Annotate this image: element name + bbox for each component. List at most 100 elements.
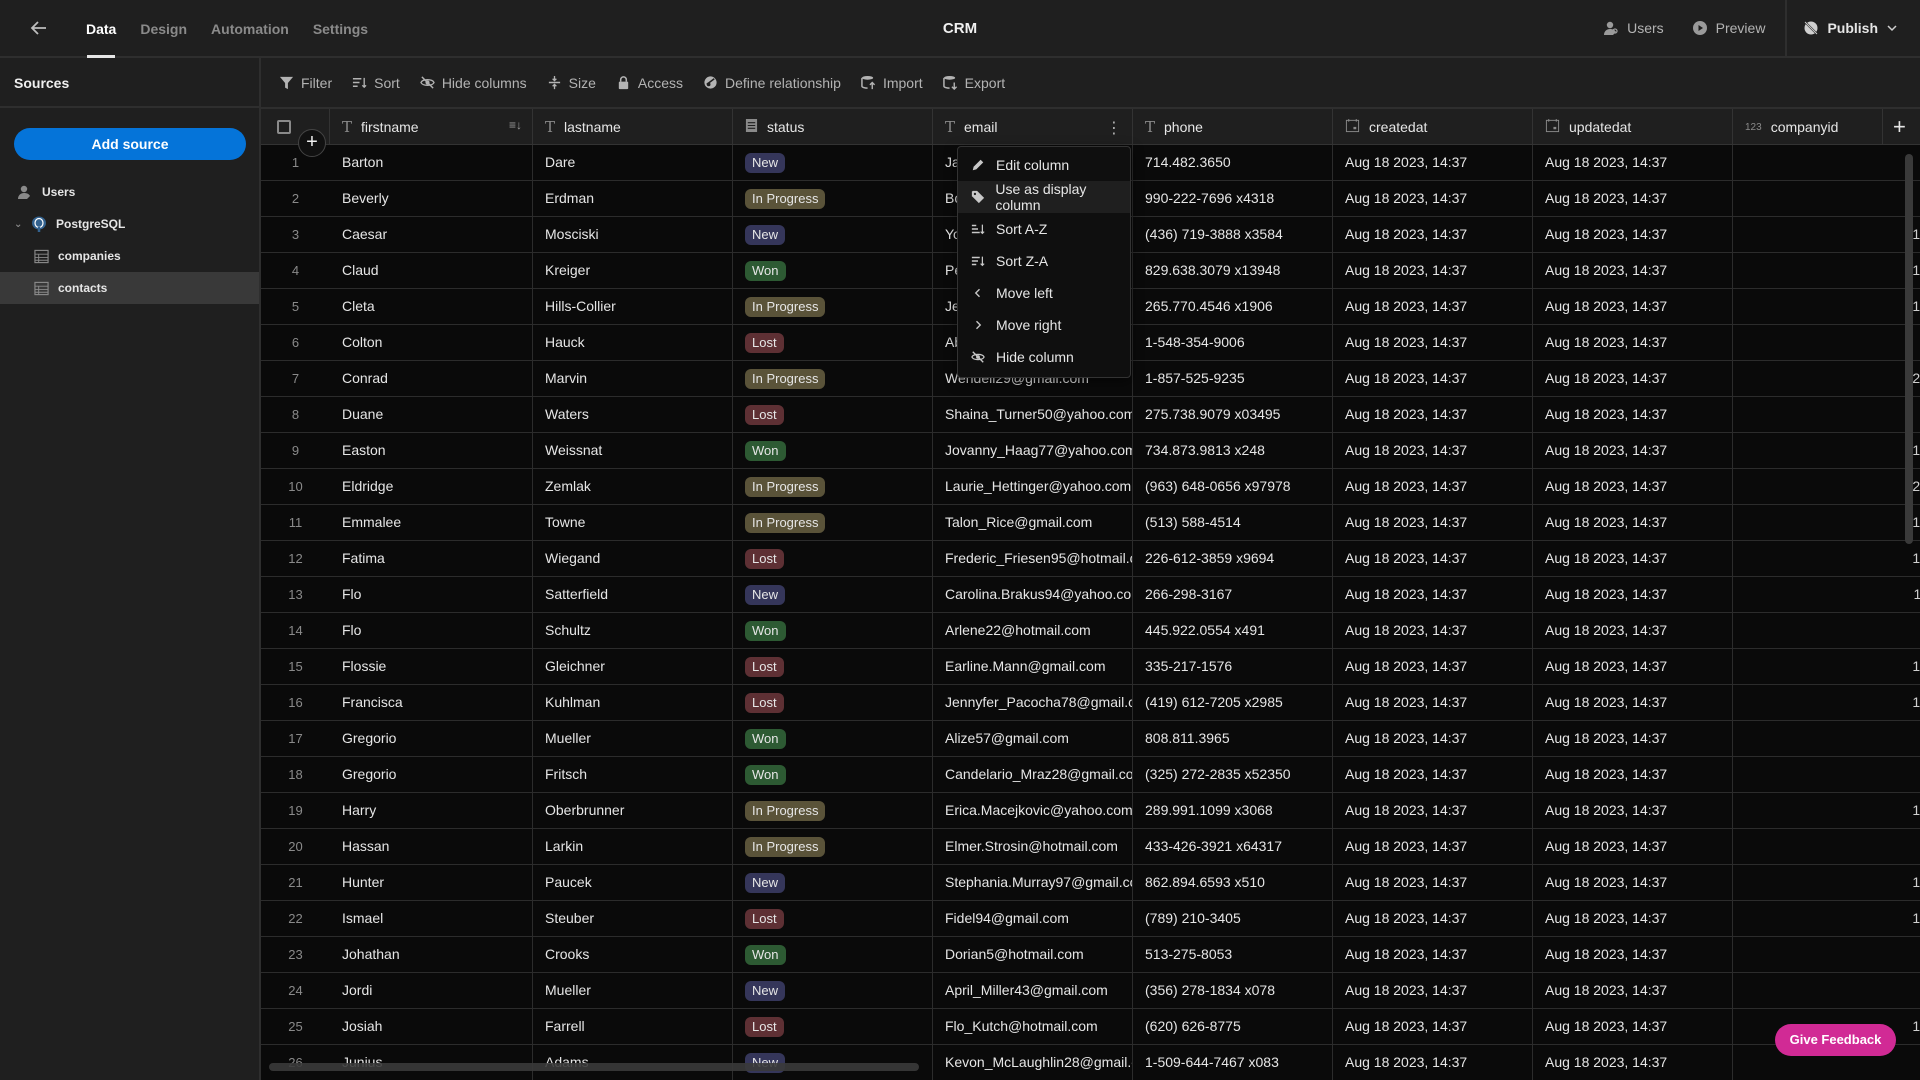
cell-companyid[interactable]: 9 [1733,973,1920,1009]
cell-email[interactable]: Fidel94@gmail.com [933,901,1133,937]
cell-updatedat[interactable]: Aug 18 2023, 14:37 [1533,181,1733,217]
cell-status[interactable]: Won [733,721,933,757]
column-header-phone[interactable]: T phone [1133,109,1333,145]
cell-createdat[interactable]: Aug 18 2023, 14:37 [1333,505,1533,541]
cell-status[interactable]: Lost [733,397,933,433]
cell-phone[interactable]: 990-222-7696 x4318 [1133,181,1333,217]
cell-email[interactable]: Earline.Mann@gmail.com [933,649,1133,685]
cell-createdat[interactable]: Aug 18 2023, 14:37 [1333,613,1533,649]
table-row[interactable]: 10 Eldridge Zemlak In Progress Laurie_Hettin… [261,469,1920,505]
cell-companyid[interactable]: 20 [1733,469,1920,505]
chevron-down-icon[interactable]: ⌄ [14,219,26,230]
horizontal-scrollbar[interactable] [269,1063,919,1071]
table-row[interactable]: 19 Harry Oberbrunner In Progress Erica.Macej… [261,793,1920,829]
sort-button[interactable]: Sort [352,75,400,91]
cell-email[interactable]: Stephania.Murray97@gmail.com [933,865,1133,901]
cell-firstname[interactable]: Barton [330,145,533,181]
select-all-checkbox[interactable] [277,120,291,134]
cell-lastname[interactable]: Steuber [533,901,733,937]
cell-phone[interactable]: (356) 278-1834 x078 [1133,973,1333,1009]
cell-phone[interactable]: 1-857-525-9235 [1133,361,1333,397]
cell-status[interactable]: New [733,145,933,181]
cell-firstname[interactable]: Caesar [330,217,533,253]
cell-phone[interactable]: 445.922.0554 x491 [1133,613,1333,649]
publish-button[interactable]: Publish [1785,0,1920,56]
cell-firstname[interactable]: Colton [330,325,533,361]
cell-createdat[interactable]: Aug 18 2023, 14:37 [1333,721,1533,757]
table-row[interactable]: 24 Jordi Mueller New April_Miller43@gmail.co… [261,973,1920,1009]
cell-createdat[interactable]: Aug 18 2023, 14:37 [1333,397,1533,433]
cell-firstname[interactable]: Gregorio [330,757,533,793]
cell-updatedat[interactable]: Aug 18 2023, 14:37 [1533,469,1733,505]
cell-phone[interactable]: 275.738.9079 x03495 [1133,397,1333,433]
tab-design[interactable]: Design [128,0,199,58]
column-header-lastname[interactable]: T lastname [533,109,733,145]
cell-createdat[interactable]: Aug 18 2023, 14:37 [1333,829,1533,865]
cell-firstname[interactable]: Gregorio [330,721,533,757]
cell-lastname[interactable]: Satterfield [533,577,733,613]
column-header-createdat[interactable]: createdat [1333,109,1533,145]
cell-lastname[interactable]: Farrell [533,1009,733,1045]
cell-status[interactable]: In Progress [733,361,933,397]
cell-email[interactable]: Jennyfer_Pacocha78@gmail.com [933,685,1133,721]
sidebar-item-postgresql[interactable]: ⌄ PostgreSQL [0,208,259,240]
cell-status[interactable]: New [733,865,933,901]
cell-phone[interactable]: 1-509-644-7467 x083 [1133,1045,1333,1080]
cell-phone[interactable]: (325) 272-2835 x52350 [1133,757,1333,793]
cell-email[interactable]: Shaina_Turner50@yahoo.com [933,397,1133,433]
cell-email[interactable]: Carolina.Brakus94@yahoo.com [933,577,1133,613]
cell-email[interactable]: Kevon_McLaughlin28@gmail.com [933,1045,1133,1080]
cell-email[interactable]: Jovanny_Haag77@yahoo.com [933,433,1133,469]
cell-phone[interactable]: 734.873.9813 x248 [1133,433,1333,469]
cell-createdat[interactable]: Aug 18 2023, 14:37 [1333,325,1533,361]
back-button[interactable] [28,17,50,39]
cell-firstname[interactable]: Eldridge [330,469,533,505]
cell-phone[interactable]: 433-426-3921 x64317 [1133,829,1333,865]
preview-button[interactable]: Preview [1678,20,1780,36]
cell-email[interactable]: Alize57@gmail.com [933,721,1133,757]
cell-companyid[interactable]: 17 [1733,865,1920,901]
cell-status[interactable]: Won [733,757,933,793]
cell-firstname[interactable]: Hunter [330,865,533,901]
cell-createdat[interactable]: Aug 18 2023, 14:37 [1333,217,1533,253]
table-row[interactable]: 15 Flossie Gleichner Lost Earline.Mann@gmail… [261,649,1920,685]
cell-firstname[interactable]: Flo [330,613,533,649]
cell-status[interactable]: New [733,217,933,253]
cell-status[interactable]: New [733,973,933,1009]
cell-companyid[interactable]: 14 [1733,505,1920,541]
cell-updatedat[interactable]: Aug 18 2023, 14:37 [1533,1009,1733,1045]
cell-status[interactable]: Lost [733,541,933,577]
table-row[interactable]: 22 Ismael Steuber Lost Fidel94@gmail.com (789… [261,901,1920,937]
cell-status[interactable]: In Progress [733,469,933,505]
cell-phone[interactable]: 335-217-1576 [1133,649,1333,685]
cell-status[interactable]: Won [733,937,933,973]
add-row-button[interactable]: + [298,129,326,157]
table-row[interactable]: 18 Gregorio Fritsch Won Candelario_Mraz28@gm… [261,757,1920,793]
cell-phone[interactable]: 1-548-354-9006 [1133,325,1333,361]
cell-status[interactable]: New [733,577,933,613]
cell-createdat[interactable]: Aug 18 2023, 14:37 [1333,181,1533,217]
menu-item-move-left[interactable]: Move left [958,277,1130,309]
cell-lastname[interactable]: Crooks [533,937,733,973]
cell-companyid[interactable]: 14 [1733,649,1920,685]
cell-updatedat[interactable]: Aug 18 2023, 14:37 [1533,1045,1733,1080]
cell-companyid[interactable]: 9 [1733,721,1920,757]
size-button[interactable]: Size [547,75,596,91]
table-row[interactable]: 20 Hassan Larkin In Progress Elmer.Strosin@h… [261,829,1920,865]
cell-email[interactable]: Frederic_Friesen95@hotmail.com [933,541,1133,577]
cell-status[interactable]: Won [733,613,933,649]
cell-updatedat[interactable]: Aug 18 2023, 14:37 [1533,145,1733,181]
cell-status[interactable]: In Progress [733,505,933,541]
cell-lastname[interactable]: Mosciski [533,217,733,253]
cell-updatedat[interactable]: Aug 18 2023, 14:37 [1533,829,1733,865]
menu-item-move-right[interactable]: Move right [958,309,1130,341]
cell-updatedat[interactable]: Aug 18 2023, 14:37 [1533,973,1733,1009]
access-button[interactable]: Access [616,75,683,91]
import-button[interactable]: Import [861,75,923,91]
cell-updatedat[interactable]: Aug 18 2023, 14:37 [1533,577,1733,613]
cell-firstname[interactable]: Emmalee [330,505,533,541]
cell-lastname[interactable]: Kuhlman [533,685,733,721]
cell-status[interactable]: In Progress [733,289,933,325]
cell-companyid[interactable]: 9 [1733,325,1920,361]
cell-lastname[interactable]: Zemlak [533,469,733,505]
